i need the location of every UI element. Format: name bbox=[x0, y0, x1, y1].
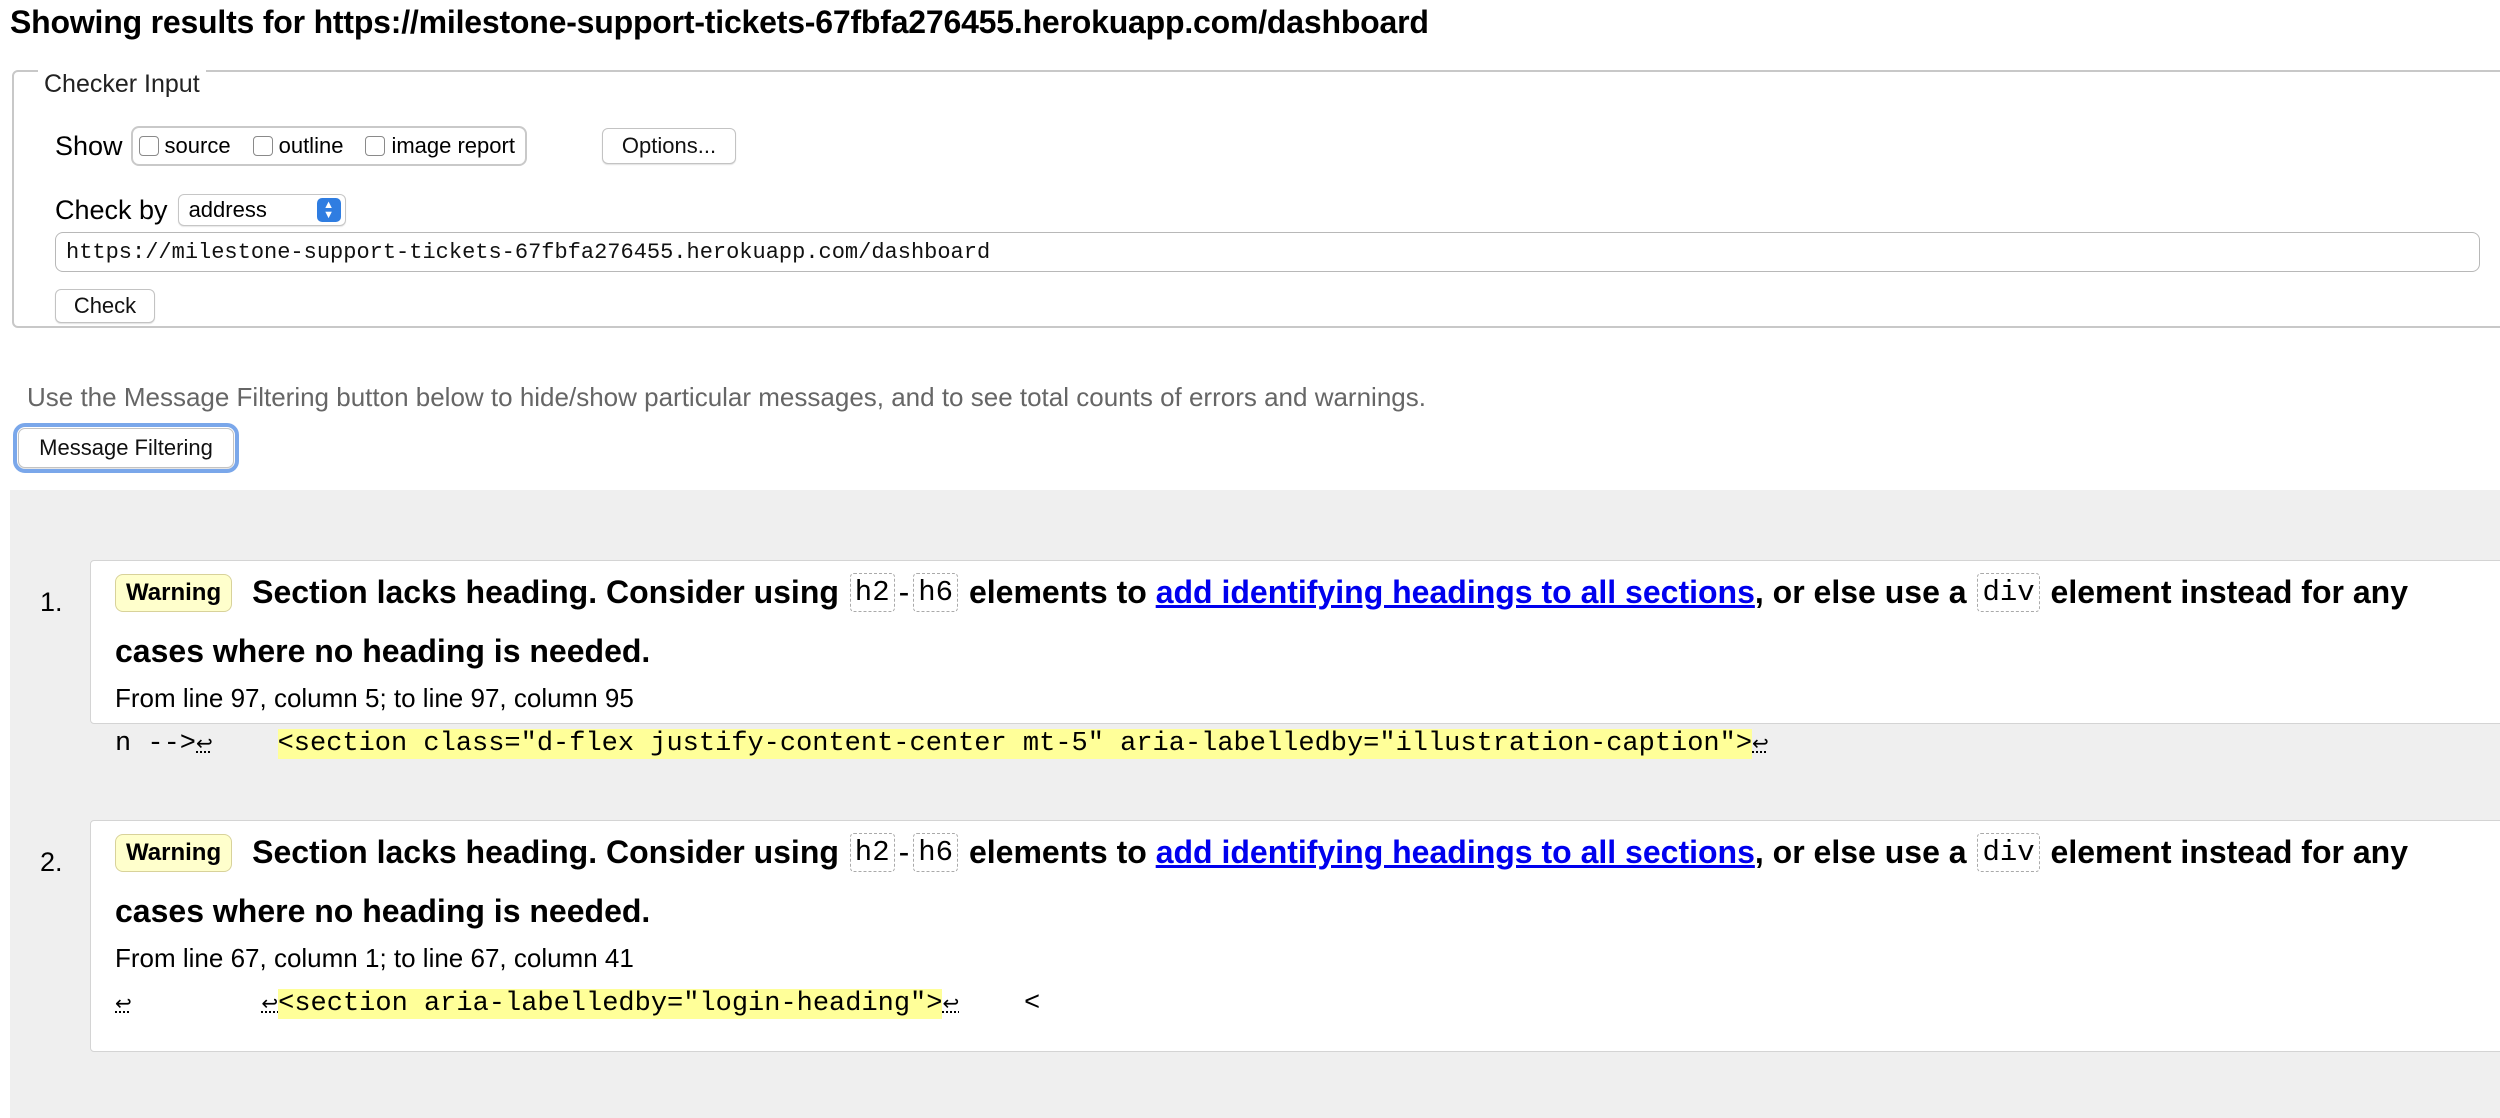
warning-badge: Warning bbox=[115, 573, 233, 612]
url-input[interactable] bbox=[55, 232, 2480, 272]
results-panel: 1. Warning Section lacks heading. Consid… bbox=[10, 490, 2500, 1118]
extract-highlight: <section class="d-flex justify-content-c… bbox=[277, 729, 1753, 759]
newline-glyph-icon: ↩ bbox=[942, 994, 960, 1017]
message-filtering-button[interactable]: Message Filtering bbox=[13, 423, 239, 473]
source-checkbox-label: source bbox=[164, 133, 231, 158]
filtering-hint: Use the Message Filtering button below t… bbox=[27, 382, 1426, 412]
checker-input-fieldset bbox=[12, 70, 2500, 328]
headings-link[interactable]: add identifying headings to all sections bbox=[1156, 834, 1755, 871]
message-extract: n --> ↩ <section class="d-flex justify-co… bbox=[115, 729, 1769, 759]
message-text-b: elements to bbox=[968, 834, 1147, 870]
code-h6: h6 bbox=[913, 573, 959, 612]
message-location: From line 97, column 5; to line 97, colu… bbox=[115, 683, 634, 713]
code-div: div bbox=[1977, 833, 2040, 872]
message-text-d: element instead for any bbox=[2050, 834, 2408, 870]
outline-checkbox[interactable]: outline bbox=[252, 133, 344, 159]
checkbox-box[interactable] bbox=[138, 136, 159, 156]
extract-gap bbox=[132, 989, 262, 1019]
message-number: 2. bbox=[40, 847, 63, 877]
extract-gap bbox=[213, 729, 278, 759]
code-h2: h2 bbox=[849, 833, 895, 872]
select-arrows-icon: ▲ ▼ bbox=[316, 198, 341, 222]
image-report-checkbox[interactable]: image report bbox=[365, 133, 515, 159]
code-h2: h2 bbox=[849, 573, 895, 612]
message-extract: ↩ ↩ <section aria-labelledby="login-headi… bbox=[115, 989, 1040, 1019]
message-text: Warning Section lacks heading. Consider … bbox=[115, 833, 2408, 872]
page-title: Showing results for https://milestone-su… bbox=[10, 4, 1429, 40]
message-text: Warning Section lacks heading. Consider … bbox=[115, 573, 2408, 612]
message-text-c: , or else use a bbox=[1754, 834, 1967, 870]
warning-badge: Warning bbox=[115, 833, 233, 872]
check-by-label: Check by bbox=[55, 194, 168, 225]
headings-link[interactable]: add identifying headings to all sections bbox=[1156, 574, 1755, 611]
show-options-group: source outline image report bbox=[130, 126, 527, 166]
check-by-row: Check by address ▲ ▼ bbox=[55, 192, 346, 228]
checker-input-legend: Checker Input bbox=[38, 70, 206, 99]
message-card: Warning Section lacks heading. Consider … bbox=[90, 560, 2500, 759]
newline-glyph-icon: ↩ bbox=[196, 734, 213, 757]
check-by-value: address bbox=[188, 197, 267, 222]
check-by-select[interactable]: address ▲ ▼ bbox=[177, 194, 346, 226]
message-text-continued: cases where no heading is needed. bbox=[115, 633, 651, 669]
extract-before: n --> bbox=[115, 729, 197, 759]
checkbox-box[interactable] bbox=[365, 136, 386, 156]
message-text-continued: cases where no heading is needed. bbox=[115, 893, 651, 929]
message-text-c: , or else use a bbox=[1754, 574, 1967, 610]
newline-glyph-icon: ↩ bbox=[115, 994, 132, 1017]
code-div: div bbox=[1977, 573, 2040, 612]
message-text-a: Section lacks heading. Consider using bbox=[252, 574, 839, 610]
outline-checkbox-label: outline bbox=[278, 133, 344, 158]
source-checkbox[interactable]: source bbox=[138, 133, 231, 159]
code-dash: - bbox=[898, 574, 910, 610]
check-button[interactable]: Check bbox=[55, 289, 155, 323]
message-text-d: element instead for any bbox=[2050, 574, 2408, 610]
message-text-a: Section lacks heading. Consider using bbox=[252, 834, 839, 870]
image-report-checkbox-label: image report bbox=[391, 133, 515, 158]
extract-after: < bbox=[959, 989, 1041, 1019]
show-label: Show bbox=[55, 130, 123, 161]
message-number: 1. bbox=[40, 587, 63, 617]
checkbox-box[interactable] bbox=[252, 136, 273, 156]
message-text-b: elements to bbox=[968, 574, 1147, 610]
code-dash: - bbox=[898, 834, 910, 870]
show-row: Show source outline image report bbox=[55, 126, 527, 166]
newline-glyph-icon: ↩ bbox=[1752, 734, 1769, 757]
extract-highlight: <section aria-labelledby="login-heading"… bbox=[278, 989, 943, 1019]
message-card: Warning Section lacks heading. Consider … bbox=[90, 820, 2500, 1052]
message-location: From line 67, column 1; to line 67, colu… bbox=[115, 943, 634, 973]
newline-glyph-icon: ↩ bbox=[261, 994, 279, 1017]
options-button[interactable]: Options... bbox=[602, 128, 736, 164]
code-h6: h6 bbox=[913, 833, 959, 872]
